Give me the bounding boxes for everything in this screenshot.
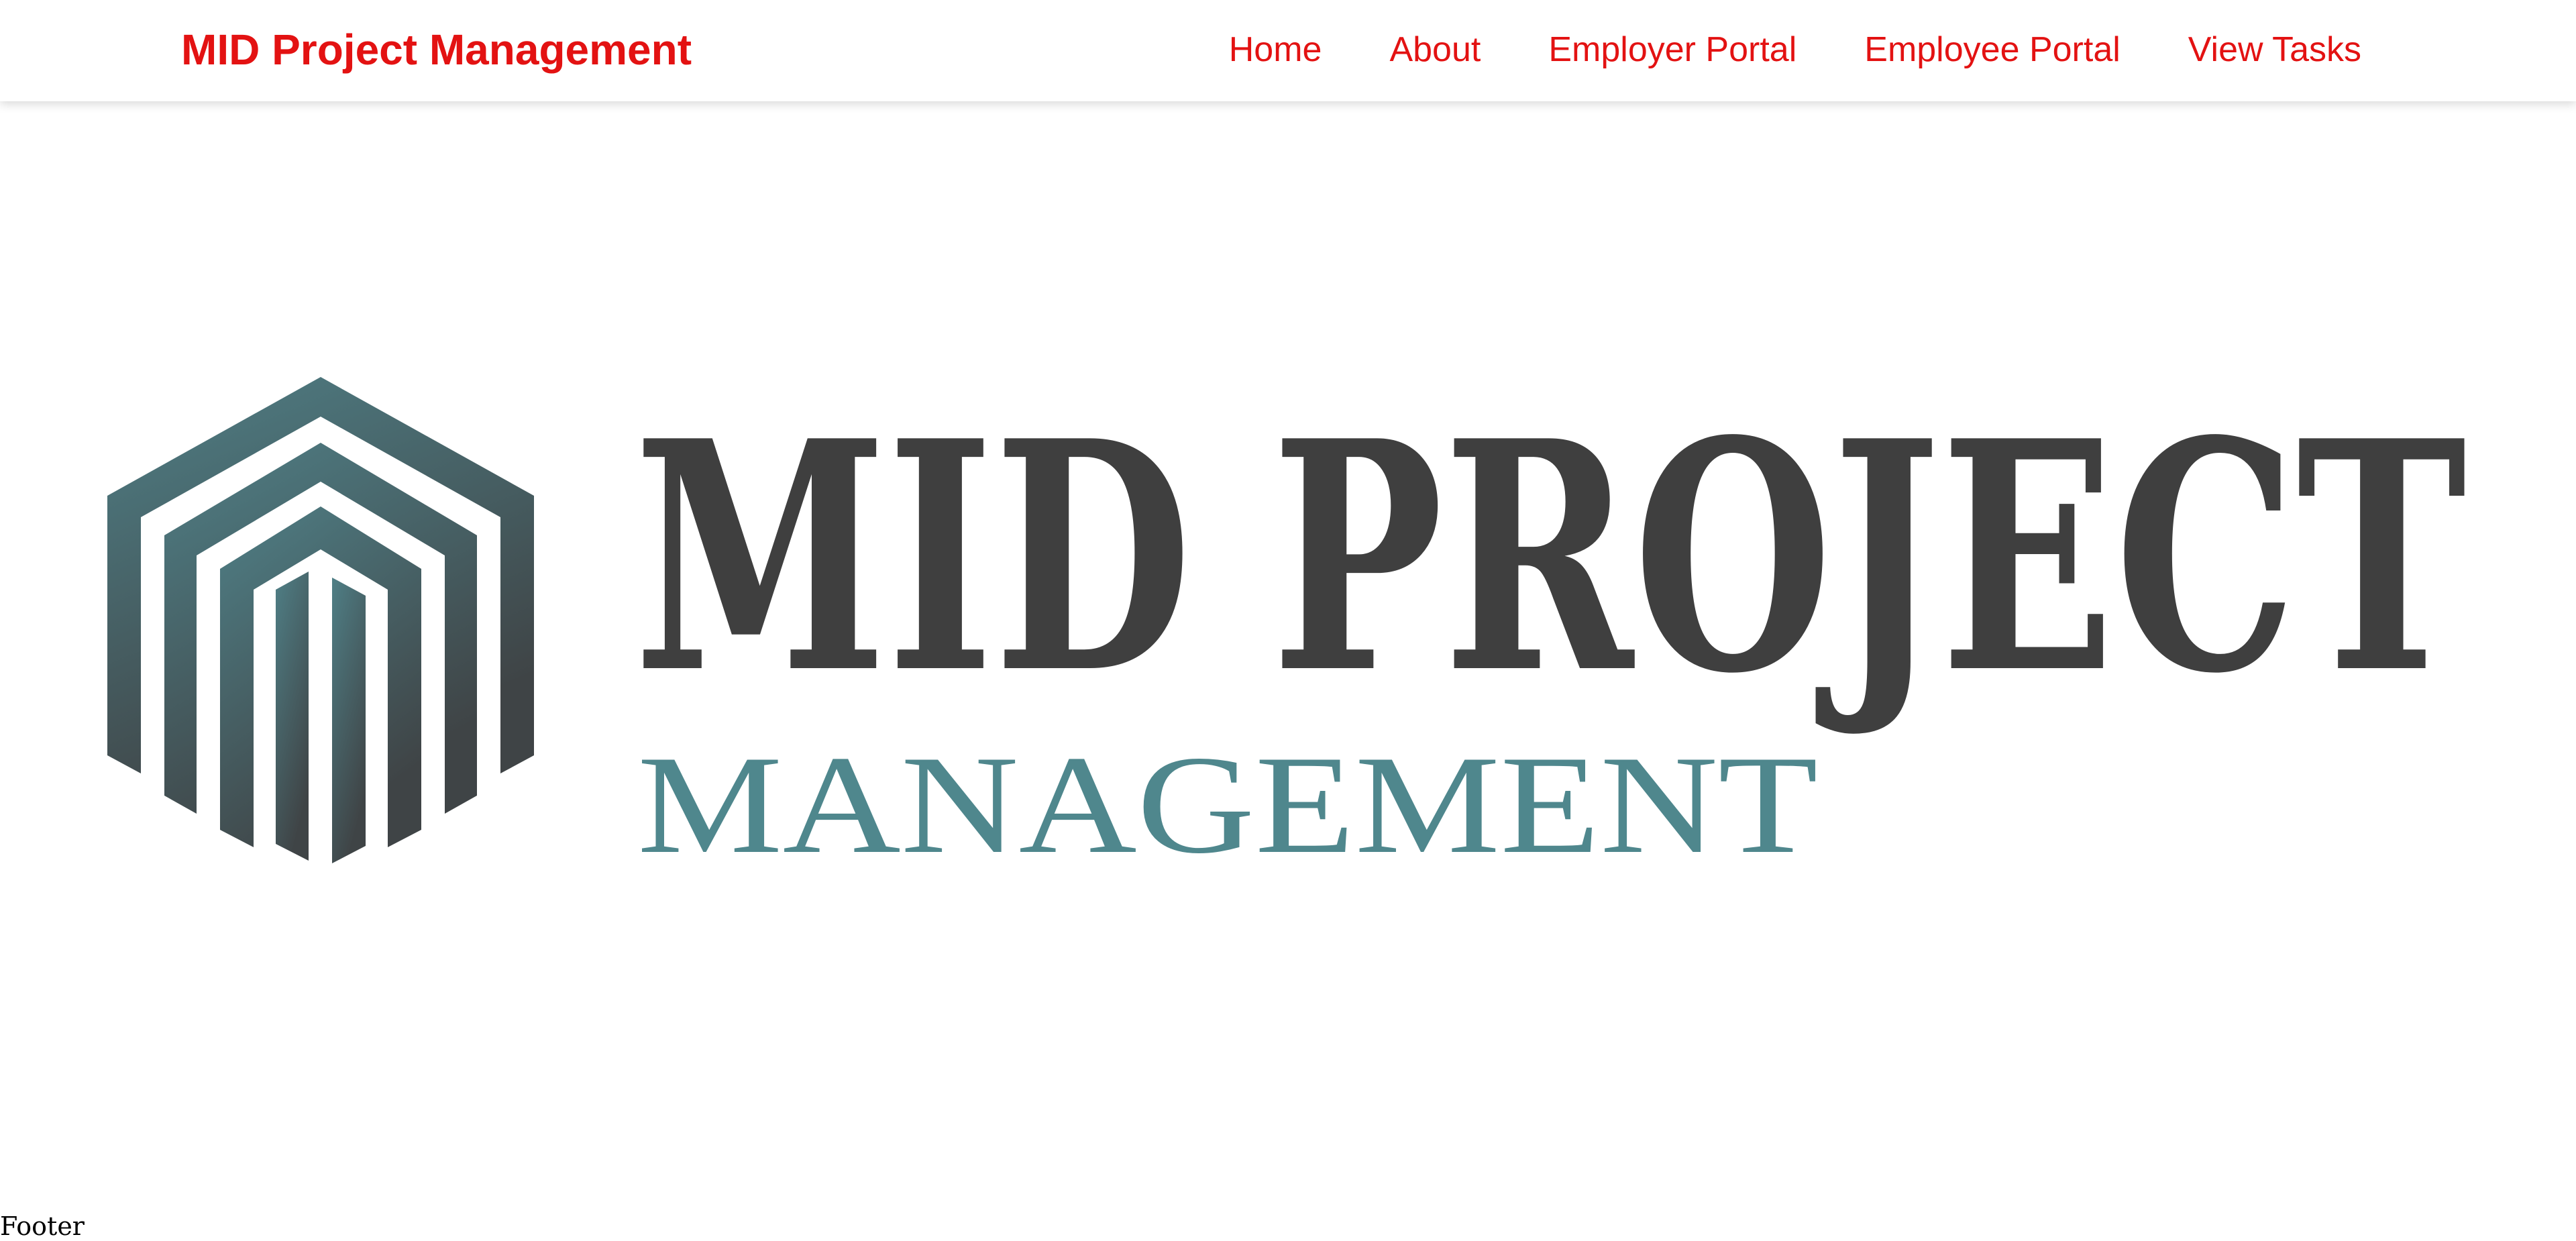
nav-links: Home About Employer Portal Employee Port…: [1229, 24, 2361, 75]
nav-link-about[interactable]: About: [1389, 30, 1481, 69]
company-logo: MID PROJECT MANAGEMENT: [107, 372, 2467, 883]
nav-link-employee-portal[interactable]: Employee Portal: [1864, 30, 2121, 69]
brand-link[interactable]: MID Project Management: [181, 24, 692, 75]
nav-link-view-tasks[interactable]: View Tasks: [2188, 30, 2361, 69]
logo-wordmark-bottom: MANAGEMENT: [637, 727, 1818, 883]
nav-item-employer-portal: Employer Portal: [1548, 24, 1796, 75]
nav-item-view-tasks: View Tasks: [2188, 24, 2361, 75]
page-footer: Footer: [0, 1211, 85, 1241]
top-navbar: MID Project Management Home About Employ…: [0, 0, 2576, 101]
nav-item-about: About: [1389, 24, 1481, 75]
nav-item-employee-portal: Employee Portal: [1864, 24, 2121, 75]
nav-link-home[interactable]: Home: [1229, 30, 1322, 69]
hexagon-building-icon: [107, 377, 534, 863]
nav-item-home: Home: [1229, 24, 1322, 75]
logo-wordmark-top: MID PROJECT: [634, 372, 2467, 743]
nav-link-employer-portal[interactable]: Employer Portal: [1548, 30, 1796, 69]
hero-logo-area: MID PROJECT MANAGEMENT: [0, 101, 2576, 1201]
